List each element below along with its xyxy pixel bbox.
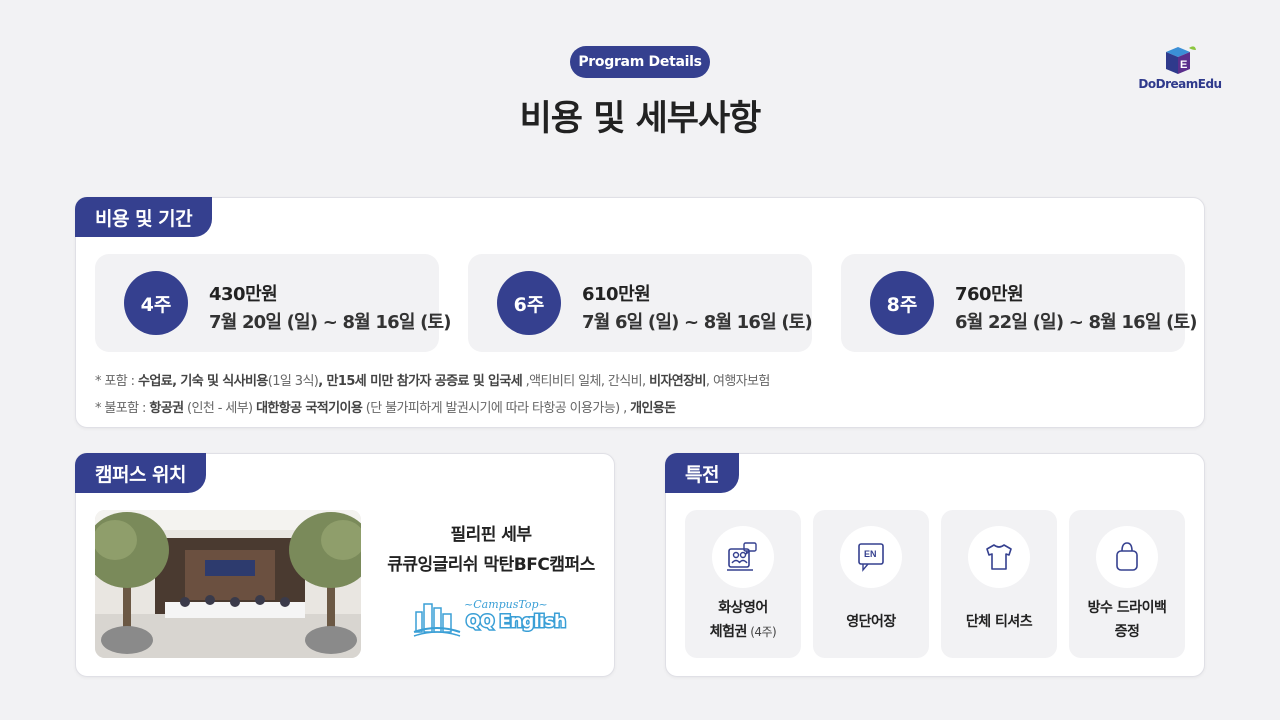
qq-english-text: QQ English xyxy=(465,611,568,634)
campus-city: 필리핀 세부 xyxy=(450,525,532,545)
svg-text:EN: EN xyxy=(864,549,877,559)
cost-duration-card: 비용 및 기간 4주 430만원 7월 20일 (일) ~ 8월 16일 (토)… xyxy=(75,197,1205,428)
price-amount: 610만원 xyxy=(582,284,651,305)
svg-text:E: E xyxy=(1180,59,1187,71)
perk-label: 방수 드라이백 xyxy=(1087,600,1167,616)
campus-building-icon xyxy=(413,603,461,637)
qq-campustop-text: ~CampusTop~ xyxy=(464,598,548,611)
program-details-badge: Program Details xyxy=(570,46,710,78)
perk-video-english: 화상영어 체험권 (4주) xyxy=(685,510,801,658)
perk-label: 화상영어 xyxy=(718,600,768,616)
price-option-4-weeks: 4주 430만원 7월 20일 (일) ~ 8월 16일 (토) xyxy=(95,254,452,352)
perks-card: 특전 화상영어 체험권 (4주) EN 영단어장 단체 티셔츠 방수 드라이백 … xyxy=(665,453,1205,677)
price-amount: 430만원 xyxy=(209,284,278,305)
price-dates: 7월 20일 (일) ~ 8월 16일 (토) xyxy=(209,312,452,333)
qq-english-logo: ~CampusTop~ QQ English xyxy=(412,596,568,640)
campus-name: 큐큐잉글리쉬 막탄BFC캠퍼스 xyxy=(387,555,595,575)
vocabulary-book-icon: EN xyxy=(858,543,884,572)
weeks-badge: 8주 xyxy=(870,271,934,335)
perk-dry-bag: 방수 드라이백 증정 xyxy=(1069,510,1185,658)
page-title: 비용 및 세부사항 xyxy=(519,99,762,139)
perk-group-tshirt: 단체 티셔츠 xyxy=(941,510,1057,658)
campus-photo xyxy=(95,510,361,658)
price-dates: 6월 22일 (일) ~ 8월 16일 (토) xyxy=(955,312,1198,333)
dodreamedu-logo: E DoDreamEdu xyxy=(1132,44,1228,96)
t-shirt-icon xyxy=(986,544,1012,570)
perk-label-line2: 체험권 (4주) xyxy=(709,624,777,640)
weeks-badge: 6주 xyxy=(497,271,561,335)
video-call-icon xyxy=(727,542,757,571)
price-option-8-weeks: 8주 760만원 6월 22일 (일) ~ 8월 16일 (토) xyxy=(841,254,1198,352)
perks-tab-label: 특전 xyxy=(665,453,739,493)
logo-cube-icon: E xyxy=(1166,46,1196,74)
perk-label: 단체 티셔츠 xyxy=(965,614,1033,630)
campus-location-card: 캠퍼스 위치 필리핀 세부 큐큐잉글리쉬 막탄BFC캠퍼스 ~CampusTop… xyxy=(75,453,615,677)
weeks-badge: 4주 xyxy=(124,271,188,335)
dry-bag-icon xyxy=(1116,542,1138,571)
perk-label-line2: 증정 xyxy=(1114,624,1140,640)
cost-tab-label: 비용 및 기간 xyxy=(75,197,213,237)
included-note: * 포함 : 수업료, 기숙 및 식사비용(1일 3식), 만15세 미만 참가… xyxy=(95,374,770,389)
logo-text: DoDreamEdu xyxy=(1138,77,1222,91)
campus-tab-label: 캠퍼스 위치 xyxy=(75,453,207,493)
perk-label: 영단어장 xyxy=(846,614,896,630)
price-dates: 7월 6일 (일) ~ 8월 16일 (토) xyxy=(582,312,813,333)
perk-vocabulary-book: EN 영단어장 xyxy=(813,510,929,658)
excluded-note: * 불포함 : 항공권 (인천 - 세부) 대한항공 국적기이용 (단 불가피하… xyxy=(95,401,676,416)
price-amount: 760만원 xyxy=(955,284,1024,305)
price-option-6-weeks: 6주 610만원 7월 6일 (일) ~ 8월 16일 (토) xyxy=(468,254,813,352)
